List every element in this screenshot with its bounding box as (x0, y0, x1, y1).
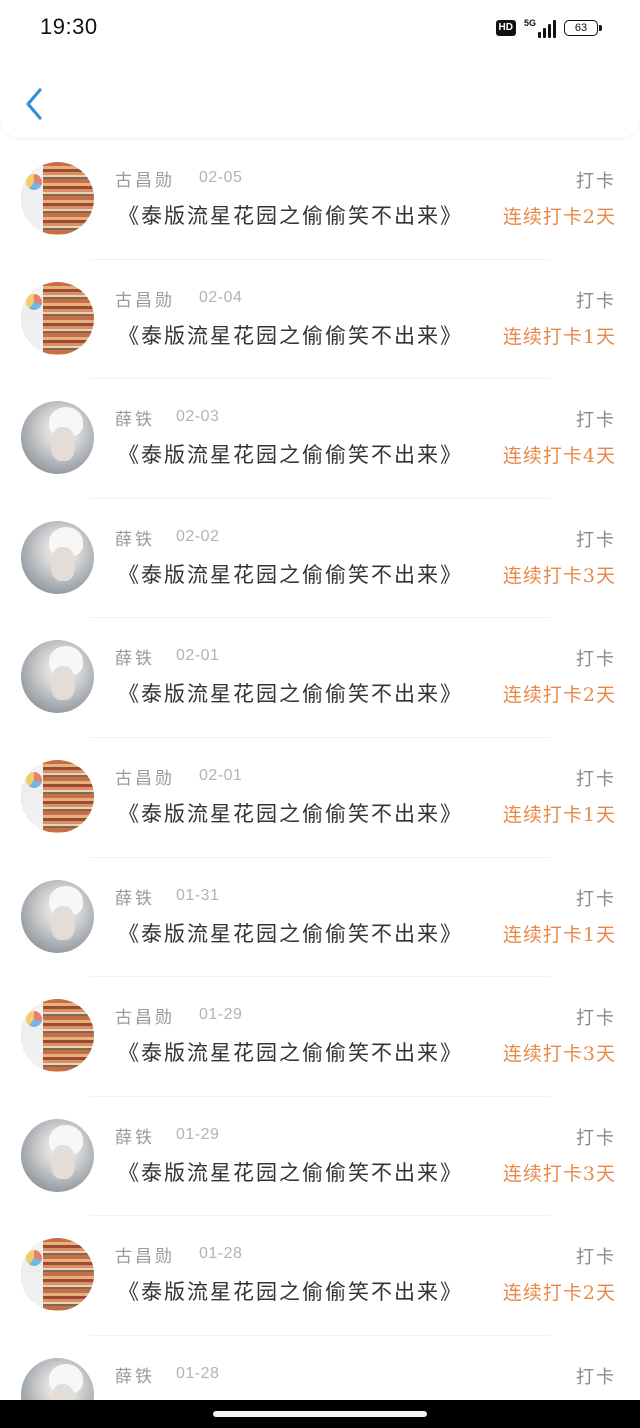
user-name: 古昌勋 (115, 768, 175, 789)
activity-type-label: 打卡 (576, 768, 616, 790)
checkin-row[interactable]: 古昌勋 01-29 打卡《泰版流星花园之偷偷笑不出来》 连续打卡3天 (0, 977, 640, 1097)
activity-type-label: 打卡 (576, 649, 616, 671)
checkin-row[interactable]: 薛铁 01-29 打卡《泰版流星花园之偷偷笑不出来》 连续打卡3天 (0, 1097, 640, 1217)
checkin-date: 02-01 (176, 647, 220, 665)
book-title[interactable]: 《泰版流星花园之偷偷笑不出来》 (118, 1157, 468, 1187)
user-avatar[interactable] (21, 640, 94, 714)
chevron-left-icon (26, 88, 42, 120)
book-title[interactable]: 《泰版流星花园之偷偷笑不出来》 (118, 918, 468, 948)
activity-type-label: 打卡 (576, 1008, 616, 1030)
streak-count: 连续打卡1天 (502, 923, 616, 946)
checkin-date: 02-02 (176, 527, 220, 545)
checkin-row[interactable]: 古昌勋 02-05 打卡《泰版流星花园之偷偷笑不出来》 连续打卡2天 (0, 140, 640, 260)
checkin-date: 02-01 (199, 766, 243, 784)
user-name: 古昌勋 (115, 1247, 175, 1268)
home-indicator[interactable] (213, 1411, 427, 1417)
user-avatar[interactable] (21, 162, 94, 235)
signal-bar (548, 24, 551, 38)
checkin-date: 01-29 (176, 1125, 220, 1143)
user-name: 薛铁 (115, 1366, 155, 1387)
user-avatar[interactable] (21, 520, 94, 594)
streak-count: 连续打卡1天 (502, 803, 616, 826)
streak-count: 连续打卡2天 (502, 684, 616, 707)
cellular-signal-icon: 5G (524, 18, 556, 38)
system-navigation-bar (0, 1400, 640, 1428)
streak-count: 连续打卡4天 (502, 445, 616, 468)
top-header: 19:30 HD 5G 63 (0, 0, 640, 138)
book-title[interactable]: 《泰版流星花园之偷偷笑不出来》 (118, 200, 468, 230)
user-avatar[interactable] (21, 1118, 94, 1192)
status-bar: 19:30 HD 5G 63 (0, 0, 640, 56)
activity-type-label: 打卡 (576, 1366, 616, 1388)
network-type-label: 5G (523, 18, 536, 28)
book-title[interactable]: 《泰版流星花园之偷偷笑不出来》 (118, 1037, 468, 1067)
checkin-row[interactable]: 古昌勋 02-01 打卡《泰版流星花园之偷偷笑不出来》 连续打卡1天 (0, 738, 640, 858)
user-avatar[interactable] (21, 759, 94, 833)
status-time: 19:30 (40, 14, 98, 39)
streak-count: 连续打卡2天 (502, 1282, 616, 1305)
user-name: 古昌勋 (115, 290, 175, 311)
checkin-date: 02-03 (176, 408, 220, 426)
book-title[interactable]: 《泰版流星花园之偷偷笑不出来》 (118, 1276, 468, 1306)
activity-type-label: 打卡 (576, 1127, 616, 1149)
signal-bar (543, 28, 546, 38)
book-title[interactable]: 《泰版流星花园之偷偷笑不出来》 (118, 559, 468, 589)
user-avatar[interactable] (21, 401, 94, 475)
user-name: 薛铁 (115, 649, 155, 670)
checkin-row[interactable]: 古昌勋 02-04 打卡《泰版流星花园之偷偷笑不出来》 连续打卡1天 (0, 260, 640, 380)
signal-bar (538, 32, 541, 38)
user-name: 薛铁 (115, 1127, 155, 1148)
activity-type-label: 打卡 (576, 529, 616, 551)
checkin-row[interactable]: 薛铁 02-02 打卡《泰版流星花园之偷偷笑不出来》 连续打卡3天 (0, 499, 640, 619)
back-button[interactable] (18, 84, 52, 124)
user-avatar[interactable] (21, 1238, 94, 1312)
user-name: 薛铁 (115, 529, 155, 550)
book-title[interactable]: 《泰版流星花园之偷偷笑不出来》 (118, 678, 468, 708)
activity-type-label: 打卡 (576, 410, 616, 432)
checkin-date: 01-29 (199, 1006, 243, 1024)
checkin-row[interactable]: 薛铁 01-31 打卡《泰版流星花园之偷偷笑不出来》 连续打卡1天 (0, 858, 640, 978)
user-name: 薛铁 (115, 888, 155, 909)
checkin-row[interactable]: 薛铁 02-03 打卡《泰版流星花园之偷偷笑不出来》 连续打卡4天 (0, 379, 640, 499)
checkin-list[interactable]: 古昌勋 02-05 打卡 《泰版流星花园之偷偷笑不出来》 连续打卡2天 古昌勋 02-04 打… (0, 140, 640, 1402)
hd-badge: HD (495, 20, 516, 36)
book-title[interactable]: 《泰版流星花园之偷偷笑不出来》 (118, 439, 468, 469)
book-title[interactable]: 《泰版流星花园之偷偷笑不出来》 (118, 798, 468, 828)
streak-count: 连续打卡3天 (502, 1162, 616, 1185)
user-name: 古昌勋 (115, 171, 175, 191)
streak-count: 连续打卡2天 (502, 206, 616, 228)
checkin-date: 01-31 (176, 886, 220, 904)
checkin-date: 02-05 (199, 169, 243, 186)
activity-type-label: 打卡 (576, 1247, 616, 1269)
checkin-date: 02-04 (199, 288, 243, 306)
book-title[interactable]: 《泰版流星花园之偷偷笑不出来》 (118, 320, 468, 350)
activity-type-label: 打卡 (576, 888, 616, 910)
signal-bar (553, 20, 556, 38)
user-name: 古昌勋 (115, 1008, 175, 1029)
checkin-date: 01-28 (199, 1245, 243, 1263)
streak-count: 连续打卡3天 (502, 1043, 616, 1066)
activity-type-label: 打卡 (576, 290, 616, 312)
checkin-row[interactable]: 薛铁01-28打卡《泰版流星花园之偷偷笑不出来》 (0, 1336, 640, 1402)
checkin-row[interactable]: 薛铁 02-01 打卡《泰版流星花园之偷偷笑不出来》 连续打卡2天 (0, 618, 640, 738)
streak-count: 连续打卡1天 (502, 325, 616, 348)
checkin-date: 01-28 (176, 1364, 220, 1382)
user-avatar[interactable] (21, 999, 94, 1073)
user-avatar[interactable] (21, 879, 94, 953)
battery-level: 63 (574, 22, 588, 34)
battery-icon: 63 (564, 20, 602, 36)
activity-type-label: 打卡 (576, 171, 616, 192)
streak-count: 连续打卡3天 (502, 564, 616, 587)
user-avatar[interactable] (21, 1357, 94, 1402)
checkin-row[interactable]: 古昌勋 01-28 打卡《泰版流星花园之偷偷笑不出来》 连续打卡2天 (0, 1216, 640, 1336)
user-avatar[interactable] (21, 281, 94, 355)
user-name: 薛铁 (115, 410, 155, 431)
status-indicators: HD 5G 63 (495, 18, 602, 38)
